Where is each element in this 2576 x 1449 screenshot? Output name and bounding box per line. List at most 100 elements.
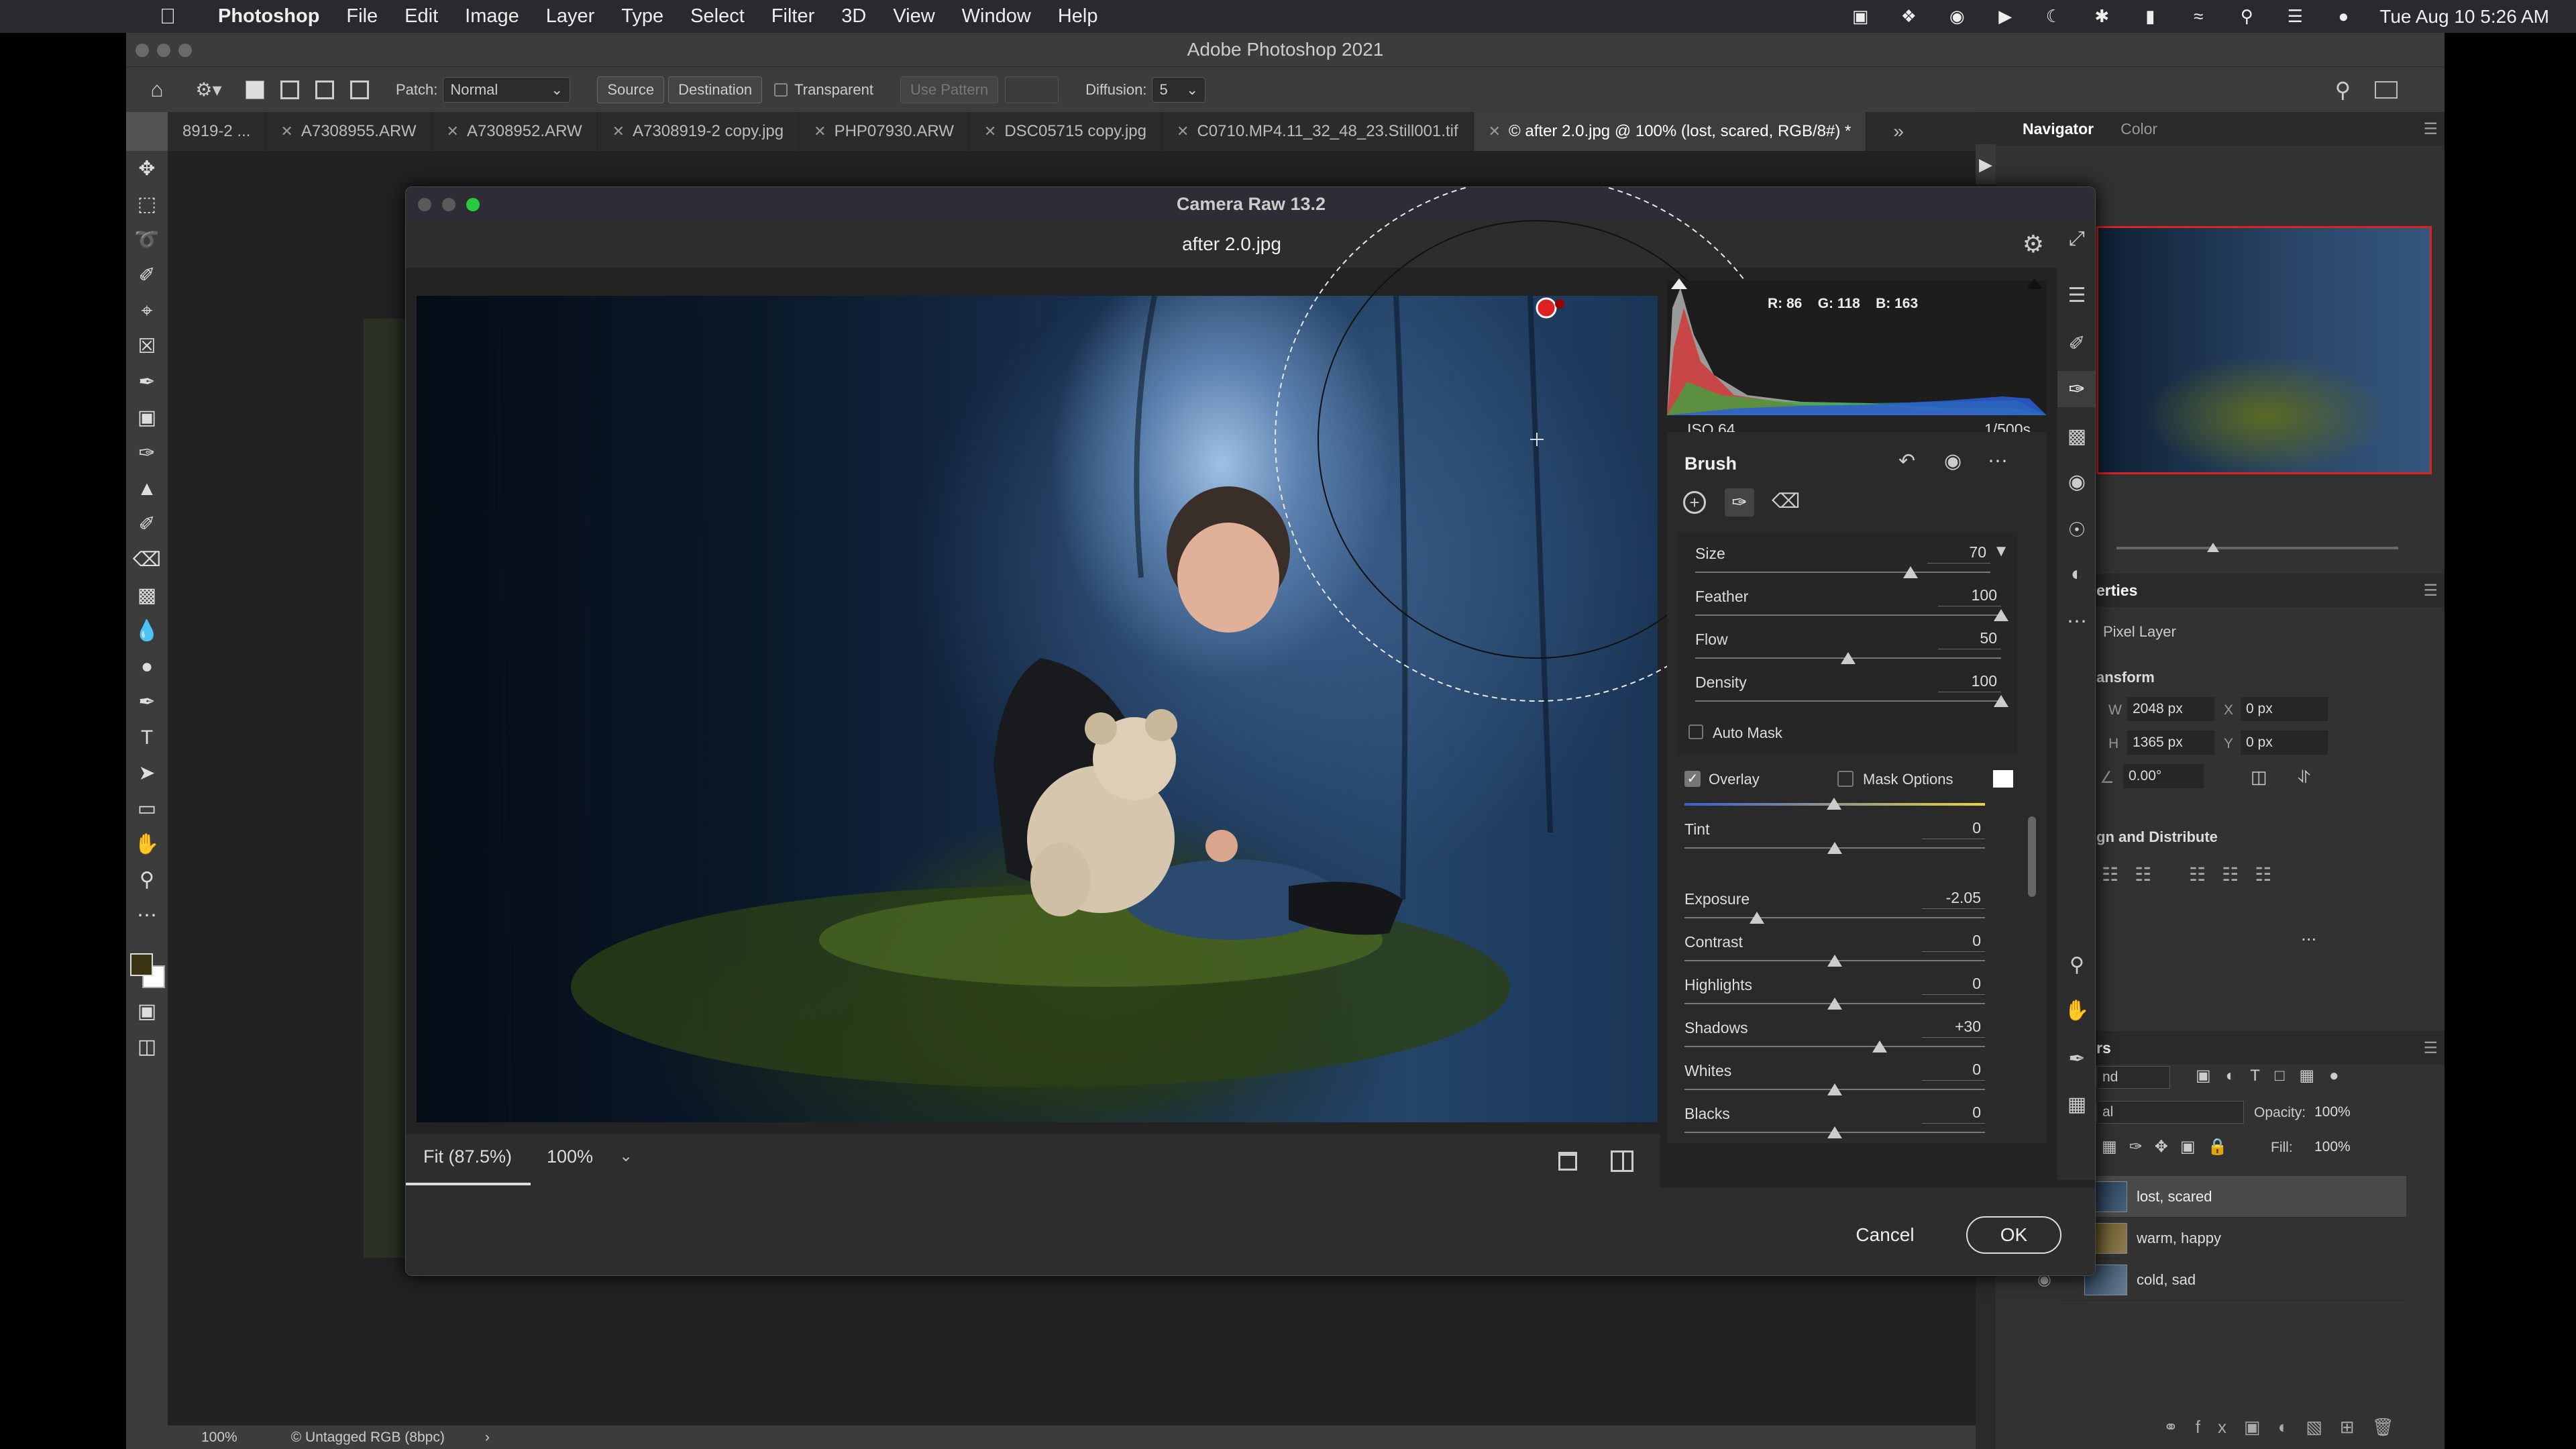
whites-value[interactable]: 0 bbox=[1922, 1058, 1985, 1081]
eyedropper-tool-icon[interactable]: ✒ bbox=[126, 364, 168, 400]
angle-field[interactable]: 0.00° bbox=[2123, 764, 2204, 788]
bluetooth-icon[interactable]: ✱ bbox=[2090, 6, 2114, 26]
highlights-value[interactable]: 0 bbox=[1922, 972, 1985, 995]
feather-slider[interactable] bbox=[1695, 614, 2001, 616]
close-icon[interactable]: ✕ bbox=[612, 123, 625, 140]
layers-tab[interactable]: rs bbox=[2096, 1039, 2111, 1057]
rectangle-tool-icon[interactable]: ▭ bbox=[126, 791, 168, 826]
path-select-tool-icon[interactable]: ➤ bbox=[126, 755, 168, 791]
search-icon[interactable]: ⚲ bbox=[2335, 77, 2351, 103]
color-sampler-icon[interactable]: ✒ bbox=[2057, 1040, 2095, 1077]
flip-vertical-icon[interactable]: ⥯ bbox=[2298, 767, 2310, 788]
highlight-clip-icon[interactable] bbox=[2027, 278, 2043, 289]
new-selection-icon[interactable] bbox=[246, 80, 264, 99]
h-field[interactable]: 1365 px bbox=[2127, 731, 2214, 755]
temp-thumb[interactable] bbox=[1827, 798, 1841, 810]
x-field[interactable]: 0 px bbox=[2241, 697, 2328, 721]
density-value[interactable]: 100 bbox=[1938, 669, 2001, 692]
quick-mask-icon[interactable]: ▣ bbox=[126, 994, 168, 1029]
size-row[interactable]: Size 70 ▼ bbox=[1678, 541, 2017, 584]
zoom-icon[interactable]: ⚲ bbox=[2057, 947, 2095, 983]
layer-name[interactable]: lost, scared bbox=[2137, 1188, 2212, 1205]
fullscreen-icon[interactable]: ⤢ bbox=[2057, 221, 2095, 257]
menu-help[interactable]: Help bbox=[1058, 5, 1098, 28]
density-slider[interactable] bbox=[1695, 700, 2001, 702]
workspace-icon[interactable] bbox=[2375, 80, 2398, 99]
menu-file[interactable]: File bbox=[346, 5, 378, 28]
lock-transparent-icon[interactable]: ▦ bbox=[2102, 1138, 2129, 1156]
whites-slider-thumb[interactable] bbox=[1827, 1083, 1842, 1095]
more-tools-icon[interactable]: ⋯ bbox=[126, 898, 168, 933]
new-layer-icon[interactable]: ⊞ bbox=[2340, 1417, 2372, 1437]
align-bottom-icon[interactable]: ☷ bbox=[2255, 864, 2288, 885]
red-eye-icon[interactable]: ☉ bbox=[2057, 512, 2095, 548]
opacity-field[interactable]: 100% bbox=[2314, 1101, 2375, 1124]
shape-filter-icon[interactable]: □ bbox=[2275, 1067, 2300, 1085]
navigator-slider-thumb[interactable] bbox=[2207, 543, 2219, 552]
exposure-slider-thumb[interactable] bbox=[1749, 912, 1764, 924]
tool-preset-icon[interactable]: ⚙▾ bbox=[185, 78, 232, 101]
lock-image-icon[interactable]: ✑ bbox=[2129, 1138, 2155, 1156]
status-zoom[interactable]: 100% bbox=[201, 1430, 237, 1446]
menu-image[interactable]: Image bbox=[465, 5, 519, 28]
blend-mode-select[interactable]: al bbox=[2096, 1101, 2244, 1124]
shadows-slider-thumb[interactable] bbox=[1872, 1040, 1888, 1053]
navigator-thumbnail[interactable] bbox=[2096, 226, 2432, 474]
blacks-row[interactable]: Blacks 0 bbox=[1667, 1101, 2029, 1143]
more-tools-icon[interactable]: ⋯ bbox=[2057, 603, 2095, 639]
subtract-selection-icon[interactable] bbox=[315, 80, 334, 99]
contrast-slider-thumb[interactable] bbox=[1827, 955, 1842, 967]
menu-window[interactable]: Window bbox=[962, 5, 1031, 28]
play-icon[interactable]: ▶ bbox=[1993, 6, 2017, 26]
size-slider-thumb[interactable] bbox=[1903, 566, 1919, 578]
search-icon[interactable]: ⚲ bbox=[2235, 6, 2259, 26]
histogram[interactable]: R: 86 G: 118 B: 163 bbox=[1667, 278, 2047, 415]
healing-icon[interactable]: ✐ bbox=[2057, 325, 2095, 362]
marquee-tool-icon[interactable]: ⬚ bbox=[126, 186, 168, 222]
foreground-color-swatch[interactable] bbox=[130, 953, 153, 976]
use-pattern-button[interactable]: Use Pattern bbox=[900, 76, 999, 103]
adjustment-brush-icon[interactable]: ✑ bbox=[2057, 371, 2095, 407]
tint-row[interactable]: Tint 0 bbox=[1667, 816, 2029, 859]
w-field[interactable]: 2048 px bbox=[2127, 697, 2214, 721]
cancel-button[interactable]: Cancel bbox=[1841, 1216, 1929, 1254]
battery-icon[interactable]: ▮ bbox=[2138, 6, 2162, 26]
transparent-checkbox[interactable] bbox=[774, 83, 788, 97]
layer-kind-select[interactable]: nd bbox=[2096, 1066, 2170, 1089]
density-slider-thumb[interactable] bbox=[1994, 695, 2008, 707]
grid-icon[interactable]: ▦ bbox=[2057, 1086, 2095, 1122]
camera-icon[interactable]: ▣ bbox=[1848, 6, 1872, 26]
apple-icon[interactable]:  bbox=[148, 4, 188, 29]
adjustment-icon[interactable]: ◐ bbox=[2278, 1417, 2306, 1437]
add-selection-icon[interactable] bbox=[280, 80, 299, 99]
highlights-slider-thumb[interactable] bbox=[1827, 998, 1842, 1010]
shadows-row[interactable]: Shadows +30 bbox=[1667, 1015, 2029, 1058]
hand-tool-icon[interactable]: ✋ bbox=[126, 826, 168, 862]
panel-menu-icon[interactable]: ☰ bbox=[2423, 581, 2438, 600]
feather-row[interactable]: Feather 100 bbox=[1678, 584, 2017, 627]
color-swatches[interactable] bbox=[126, 933, 168, 994]
link-icon[interactable]: ⚭ bbox=[2163, 1417, 2196, 1437]
size-value[interactable]: 70 bbox=[1927, 541, 1990, 564]
smart-filter-icon[interactable]: ▦ bbox=[2299, 1067, 2329, 1085]
control-center-icon[interactable]: ☰ bbox=[2283, 6, 2307, 26]
flow-value[interactable]: 50 bbox=[1938, 627, 2001, 649]
shadows-value[interactable]: +30 bbox=[1922, 1015, 1985, 1038]
doc-tab[interactable]: ✕ A7308955.ARW bbox=[266, 112, 432, 151]
dropbox-icon[interactable]: ❖ bbox=[1896, 6, 1921, 26]
contrast-value[interactable]: 0 bbox=[1922, 929, 1985, 952]
quick-select-tool-icon[interactable]: ✐ bbox=[126, 258, 168, 293]
close-icon[interactable]: ✕ bbox=[1489, 123, 1501, 140]
brush-mode-icon[interactable]: ✑ bbox=[1725, 488, 1754, 517]
zoom-dropdown-icon[interactable]: ⌄ bbox=[619, 1146, 633, 1166]
layer-row[interactable]: ◉ cold, sad bbox=[2037, 1259, 2406, 1301]
doc-tab[interactable]: ✕ C0710.MP4.11_32_48_23.Still001.tif bbox=[1162, 112, 1474, 151]
filter-toggle-icon[interactable]: ● bbox=[2329, 1067, 2354, 1085]
fit-zoom-button[interactable]: Fit (87.5%) bbox=[423, 1146, 512, 1167]
add-brush-icon[interactable]: + bbox=[1683, 491, 1706, 514]
whites-row[interactable]: Whites 0 bbox=[1667, 1058, 2029, 1101]
dodge-tool-icon[interactable]: ● bbox=[126, 649, 168, 684]
trash-icon[interactable]: 🗑 bbox=[2372, 1417, 2412, 1437]
doc-tab[interactable]: ✕ PHP07930.ARW bbox=[799, 112, 969, 151]
zoom-tool-icon[interactable]: ⚲ bbox=[126, 862, 168, 898]
